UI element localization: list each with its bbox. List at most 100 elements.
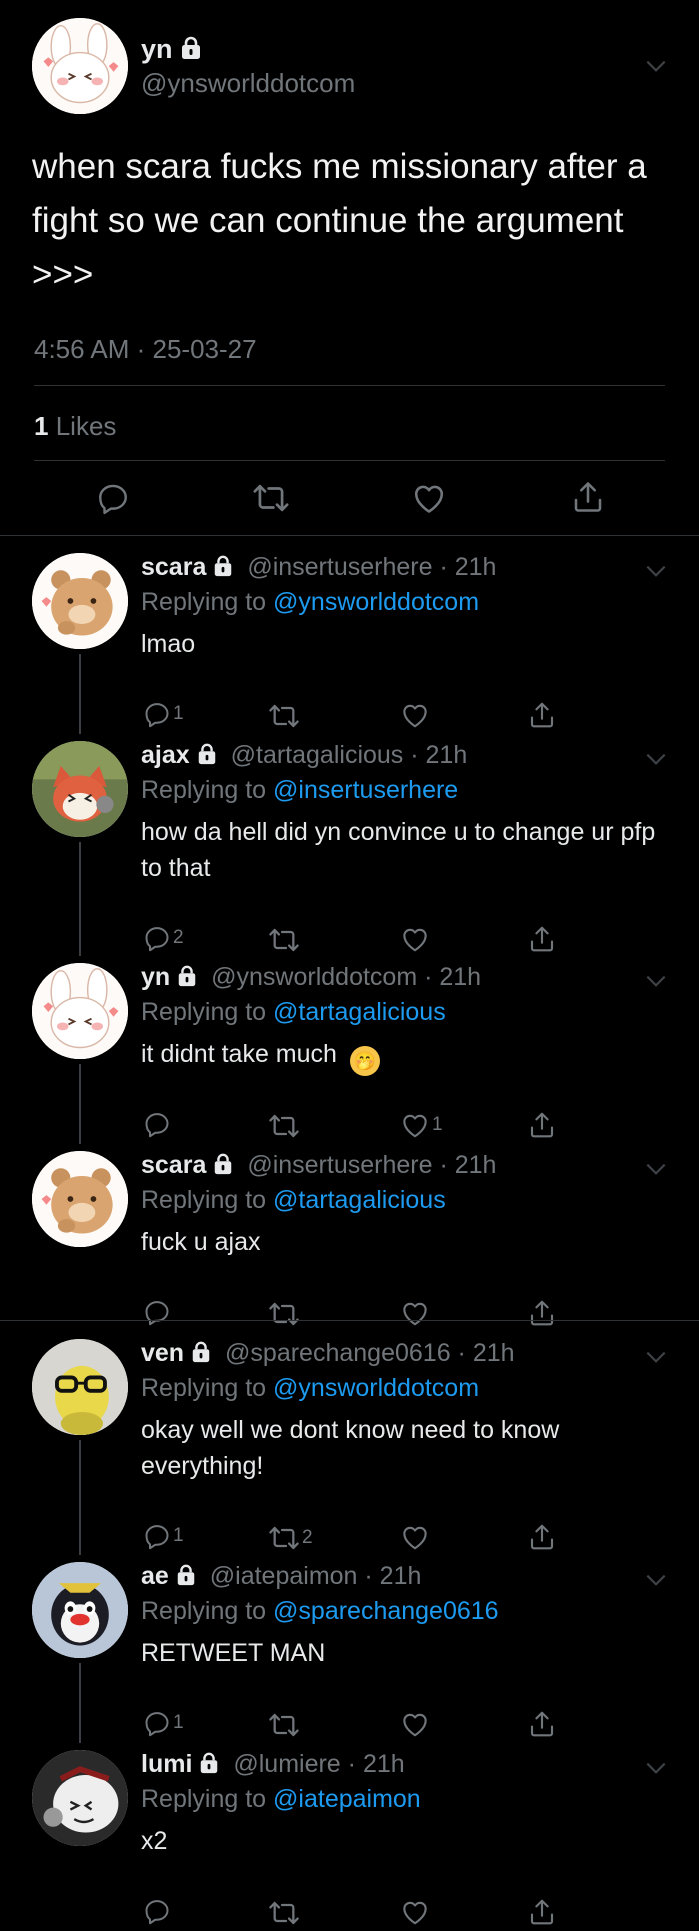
share-button[interactable] <box>527 1298 557 1328</box>
like-button[interactable] <box>400 1298 432 1328</box>
share-button[interactable] <box>527 1110 557 1140</box>
reply-actions: 1 <box>141 1709 561 1743</box>
replying-to-link[interactable]: @tartagalicious <box>273 998 446 1026</box>
like-button[interactable] <box>400 700 432 730</box>
author-handle[interactable]: @tartagalicious <box>231 741 404 769</box>
retweet-button[interactable] <box>268 1897 302 1929</box>
like-button[interactable] <box>400 1897 432 1927</box>
reply-button[interactable] <box>143 1298 173 1326</box>
replying-to-link[interactable]: @insertuserhere <box>273 776 458 804</box>
retweet-button[interactable] <box>268 700 302 732</box>
author-handle[interactable]: @ynsworlddotcom <box>211 963 417 991</box>
author-handle[interactable]: @sparechange0616 <box>225 1339 451 1367</box>
author-name[interactable]: yn <box>141 34 173 64</box>
reply-icon <box>143 924 171 952</box>
avatar[interactable] <box>32 963 128 1059</box>
share-icon <box>527 1110 557 1140</box>
like-button[interactable] <box>400 1522 432 1552</box>
retweet-icon[interactable] <box>252 479 290 517</box>
reply-button[interactable]: 1 <box>143 1709 184 1737</box>
reply-text-block: x2 <box>141 1823 661 1859</box>
reply-button[interactable]: 2 <box>143 924 184 952</box>
reply-header: ajax @tartagalicious · 21h <box>141 741 467 770</box>
chevron-down-icon[interactable] <box>643 53 669 79</box>
chevron-down-icon[interactable] <box>643 746 669 772</box>
author-handle[interactable]: @insertuserhere <box>247 553 432 581</box>
reply-icon[interactable] <box>96 481 130 515</box>
avatar[interactable] <box>32 1750 128 1846</box>
reply-icon <box>143 1298 171 1326</box>
reply-button[interactable] <box>143 1110 173 1138</box>
author-name[interactable]: ae <box>141 1562 169 1590</box>
like-button[interactable] <box>400 924 432 954</box>
retweet-button[interactable] <box>268 924 302 956</box>
replying-to-link[interactable]: @sparechange0616 <box>273 1597 499 1625</box>
share-button[interactable] <box>527 924 557 954</box>
avatar[interactable] <box>32 741 128 837</box>
reply-header: scara @insertuserhere · 21h <box>141 553 496 582</box>
avatar[interactable] <box>32 1562 128 1658</box>
like-icon <box>400 924 430 954</box>
replying-to-line: Replying to @sparechange0616 <box>141 1597 499 1626</box>
avatar[interactable] <box>32 1151 128 1247</box>
like-button[interactable]: 1 <box>400 1110 443 1140</box>
replying-to-link[interactable]: @tartagalicious <box>273 1186 446 1214</box>
chevron-down-icon[interactable] <box>643 1344 669 1370</box>
replying-prefix: Replying to <box>141 588 267 616</box>
author-name-row: yn <box>141 34 203 65</box>
retweet-button[interactable] <box>268 1709 302 1741</box>
retweet-button[interactable]: 2 <box>268 1522 313 1554</box>
author-name[interactable]: scara <box>141 553 206 581</box>
like-count: 1 <box>432 1114 443 1135</box>
retweet-icon <box>268 1110 300 1142</box>
like-icon <box>400 700 430 730</box>
avatar[interactable] <box>32 18 128 114</box>
chevron-down-icon[interactable] <box>643 1156 669 1182</box>
retweet-button[interactable] <box>268 1298 302 1330</box>
replying-to-link[interactable]: @ynsworlddotcom <box>273 1374 479 1402</box>
reply-button[interactable] <box>143 1897 173 1925</box>
author-handle[interactable]: @lumiere <box>233 1750 340 1778</box>
author-name[interactable]: yn <box>141 963 170 991</box>
separator-dot: · <box>417 963 440 991</box>
share-icon <box>527 1522 557 1552</box>
chevron-down-icon[interactable] <box>643 1755 669 1781</box>
replying-to-link[interactable]: @ynsworlddotcom <box>273 588 479 616</box>
share-button[interactable] <box>527 1709 557 1739</box>
author-name[interactable]: lumi <box>141 1750 192 1778</box>
author-handle[interactable]: @insertuserhere <box>247 1151 432 1179</box>
separator-dot: · <box>450 1339 473 1367</box>
chevron-down-icon[interactable] <box>643 558 669 584</box>
reply-header: ven @sparechange0616 · 21h <box>141 1339 515 1368</box>
thread-line <box>79 842 81 956</box>
share-button[interactable] <box>527 700 557 730</box>
author-handle[interactable]: @ynsworlddotcom <box>141 68 355 99</box>
avatar[interactable] <box>32 1339 128 1435</box>
retweet-button[interactable] <box>268 1110 302 1142</box>
share-button[interactable] <box>527 1897 557 1927</box>
author-name[interactable]: scara <box>141 1151 206 1179</box>
chevron-down-icon[interactable] <box>643 968 669 994</box>
reply-header: yn @ynsworlddotcom · 21h <box>141 963 481 992</box>
author-name[interactable]: ajax <box>141 741 190 769</box>
author-name[interactable]: ven <box>141 1339 184 1367</box>
divider <box>34 385 665 386</box>
chevron-down-icon[interactable] <box>643 1567 669 1593</box>
reply-button[interactable]: 1 <box>143 1522 184 1550</box>
share-icon[interactable] <box>570 479 606 515</box>
like-icon[interactable] <box>411 480 447 516</box>
share-button[interactable] <box>527 1522 557 1552</box>
likes-count-row[interactable]: 1 Likes <box>34 411 116 442</box>
author-handle[interactable]: @iatepaimon <box>210 1562 358 1590</box>
reply-button[interactable]: 1 <box>143 700 184 728</box>
avatar[interactable] <box>32 553 128 649</box>
divider <box>0 1320 699 1321</box>
reply-time: 21h <box>425 741 468 769</box>
like-button[interactable] <box>400 1709 432 1739</box>
separator-dot: · <box>432 1151 455 1179</box>
replying-to-link[interactable]: @iatepaimon <box>273 1785 421 1813</box>
retweet-icon <box>268 1709 300 1741</box>
thread-line <box>79 654 81 734</box>
reply-actions: 1 2 <box>141 1522 561 1556</box>
retweet-icon <box>268 1298 300 1330</box>
